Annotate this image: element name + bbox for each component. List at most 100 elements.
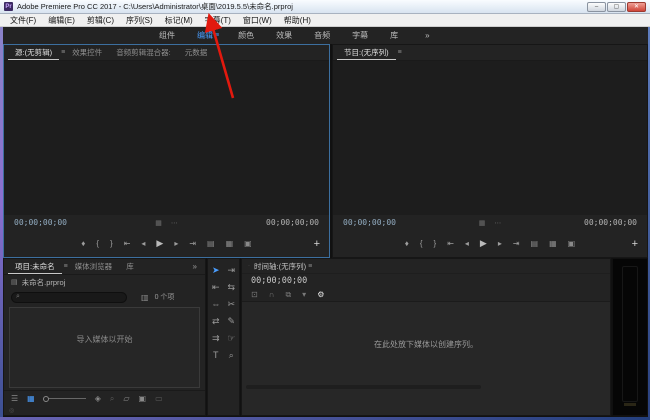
search-box[interactable]: ⌕ (11, 292, 127, 303)
workspace-tab-titles[interactable]: 字幕 (341, 30, 379, 41)
razor-tool[interactable]: ✂ (227, 300, 235, 309)
workspace-menu-icon[interactable]: ≡ (215, 32, 227, 39)
menu-file[interactable]: 文件(F) (4, 15, 42, 26)
mark-out-button[interactable]: } (434, 239, 437, 248)
workspace-tab-libraries[interactable]: 库 (379, 30, 409, 41)
selection-tool[interactable]: ➤ (212, 266, 220, 275)
timeline-track-area[interactable]: 在此处放下媒体以创建序列。 (242, 302, 610, 415)
source-current-timecode[interactable]: 00;00;00;00 (14, 218, 67, 227)
nest-indicator-icon[interactable]: ⊡ (251, 290, 258, 299)
add-marker-button[interactable]: ♦ (405, 239, 409, 248)
project-file-row: ▤ 未命名.prproj (4, 275, 205, 289)
program-settings-menu-icon[interactable]: ⋯ (494, 219, 501, 227)
step-back-button[interactable]: ◂ (465, 239, 469, 248)
list-view-button[interactable]: ☰ (11, 394, 18, 403)
go-to-in-button[interactable]: ⇤ (447, 239, 454, 248)
go-to-in-button[interactable]: ⇤ (124, 239, 131, 248)
tab-program[interactable]: 节目:(无序列) (337, 45, 396, 60)
go-to-out-button[interactable]: ⇥ (189, 239, 196, 248)
search-input[interactable] (23, 294, 122, 301)
thumbnail-zoom-slider[interactable] (44, 398, 86, 399)
type-tool[interactable]: T (213, 351, 219, 360)
program-monitor-tabbar: 节目:(无序列) ≡ (333, 45, 647, 61)
bin-path-icon[interactable]: ▥ (141, 293, 149, 302)
slip-tool[interactable]: ⇄ (212, 317, 220, 326)
clear-button[interactable]: ▭ (155, 394, 163, 403)
tab-metadata[interactable]: 元数据 (178, 45, 215, 60)
item-count-label: 0 个项 (155, 292, 175, 302)
panel-overflow-icon[interactable]: » (193, 262, 201, 271)
menu-clip[interactable]: 剪辑(C) (81, 15, 120, 26)
play-button[interactable]: ▶ (156, 238, 163, 249)
tab-project[interactable]: 项目:未命名 (8, 259, 62, 274)
menu-sequence[interactable]: 序列(S) (120, 15, 159, 26)
menu-window[interactable]: 窗口(W) (237, 15, 278, 26)
maximize-button[interactable]: ▢ (607, 2, 626, 12)
extract-button[interactable]: ▦ (549, 239, 557, 248)
icon-view-button[interactable]: ▦ (27, 394, 35, 403)
menu-markers[interactable]: 标记(M) (159, 15, 199, 26)
rate-stretch-tool[interactable]: ⇔ (211, 300, 220, 309)
workspace-tab-color[interactable]: 颜色 (227, 30, 265, 41)
export-frame-button[interactable]: ▣ (244, 239, 252, 248)
play-button[interactable]: ▶ (480, 238, 487, 249)
lift-button[interactable]: ▤ (531, 239, 539, 248)
tab-media-browser[interactable]: 媒体浏览器 (68, 259, 120, 274)
tab-timeline[interactable]: 时间轴:(无序列) (254, 261, 306, 272)
close-button[interactable]: ✕ (627, 2, 646, 12)
timeline-settings-wrench-icon[interactable]: ⚙ (317, 290, 324, 299)
minimize-button[interactable]: – (587, 2, 606, 12)
panel-menu-icon[interactable]: ≡ (308, 263, 312, 270)
program-current-timecode[interactable]: 00;00;00;00 (343, 218, 396, 227)
zoom-tool[interactable]: ⌕ (229, 351, 234, 360)
slider-knob[interactable] (43, 396, 49, 402)
insert-button[interactable]: ▤ (207, 239, 215, 248)
search-icon: ⌕ (16, 293, 20, 301)
rolling-edit-tool[interactable]: ⇆ (227, 283, 235, 292)
tab-audio-clip-mixer[interactable]: 音频剪辑混合器: (109, 45, 178, 60)
workspace-overflow-icon[interactable]: » (425, 31, 429, 40)
source-fit-menu-icon[interactable]: ▦ (155, 219, 162, 227)
tab-source[interactable]: 源:(无剪辑) (8, 45, 59, 60)
step-forward-button[interactable]: ▸ (498, 239, 502, 248)
source-settings-menu-icon[interactable]: ⋯ (171, 219, 178, 227)
export-frame-button[interactable]: ▣ (568, 239, 576, 248)
linked-selection-icon[interactable]: ⧉ (285, 290, 291, 300)
workspace-tab-editing[interactable]: 编辑 (186, 30, 215, 41)
panel-menu-icon[interactable]: ≡ (398, 49, 402, 56)
go-to-out-button[interactable]: ⇥ (513, 239, 520, 248)
button-editor-plus[interactable]: + (314, 238, 320, 250)
add-marker-button[interactable]: ♦ (81, 239, 85, 248)
mark-in-button[interactable]: { (96, 239, 99, 248)
step-back-button[interactable]: ◂ (141, 239, 145, 248)
new-bin-button[interactable]: ▱ (123, 394, 129, 403)
hand-tool[interactable]: ☞ (227, 334, 235, 343)
new-item-button[interactable]: ▣ (139, 394, 147, 403)
ripple-edit-tool[interactable]: ⇤ (212, 283, 220, 292)
button-editor-plus[interactable]: + (632, 238, 638, 250)
automate-to-sequence-button[interactable]: ◈ (95, 394, 101, 403)
step-forward-button[interactable]: ▸ (174, 239, 178, 248)
add-marker-icon[interactable]: ▾ (302, 290, 306, 299)
program-fit-menu-icon[interactable]: ▦ (479, 219, 486, 227)
slide-tool[interactable]: ⇉ (212, 334, 220, 343)
menu-edit[interactable]: 编辑(E) (42, 15, 81, 26)
workspace-tab-audio[interactable]: 音频 (303, 30, 341, 41)
track-select-forward-tool[interactable]: ⇥ (227, 266, 235, 275)
workspace-tab-effects[interactable]: 效果 (265, 30, 303, 41)
workspace-tab-assembly[interactable]: 组件 (148, 30, 186, 41)
timeline-scrollbar[interactable] (246, 385, 481, 389)
project-item-list[interactable]: 导入媒体以开始 (9, 307, 200, 388)
overwrite-button[interactable]: ▦ (226, 239, 234, 248)
pen-tool[interactable]: ✎ (227, 317, 235, 326)
program-timecode-row: 00;00;00;00 ▦ ⋯ 00;00;00;00 (333, 215, 647, 230)
find-button[interactable]: ⌕ (110, 394, 114, 404)
tab-effect-controls[interactable]: 效果控件 (65, 45, 109, 60)
mark-in-button[interactable]: { (420, 239, 423, 248)
timeline-timecode[interactable]: 00;00;00;00 (242, 274, 610, 288)
menu-titles[interactable]: 字幕(T) (199, 15, 237, 26)
mark-out-button[interactable]: } (110, 239, 113, 248)
menu-help[interactable]: 帮助(H) (278, 15, 317, 26)
tab-libraries[interactable]: 库 (119, 259, 141, 274)
snap-icon[interactable]: ∩ (269, 290, 275, 299)
